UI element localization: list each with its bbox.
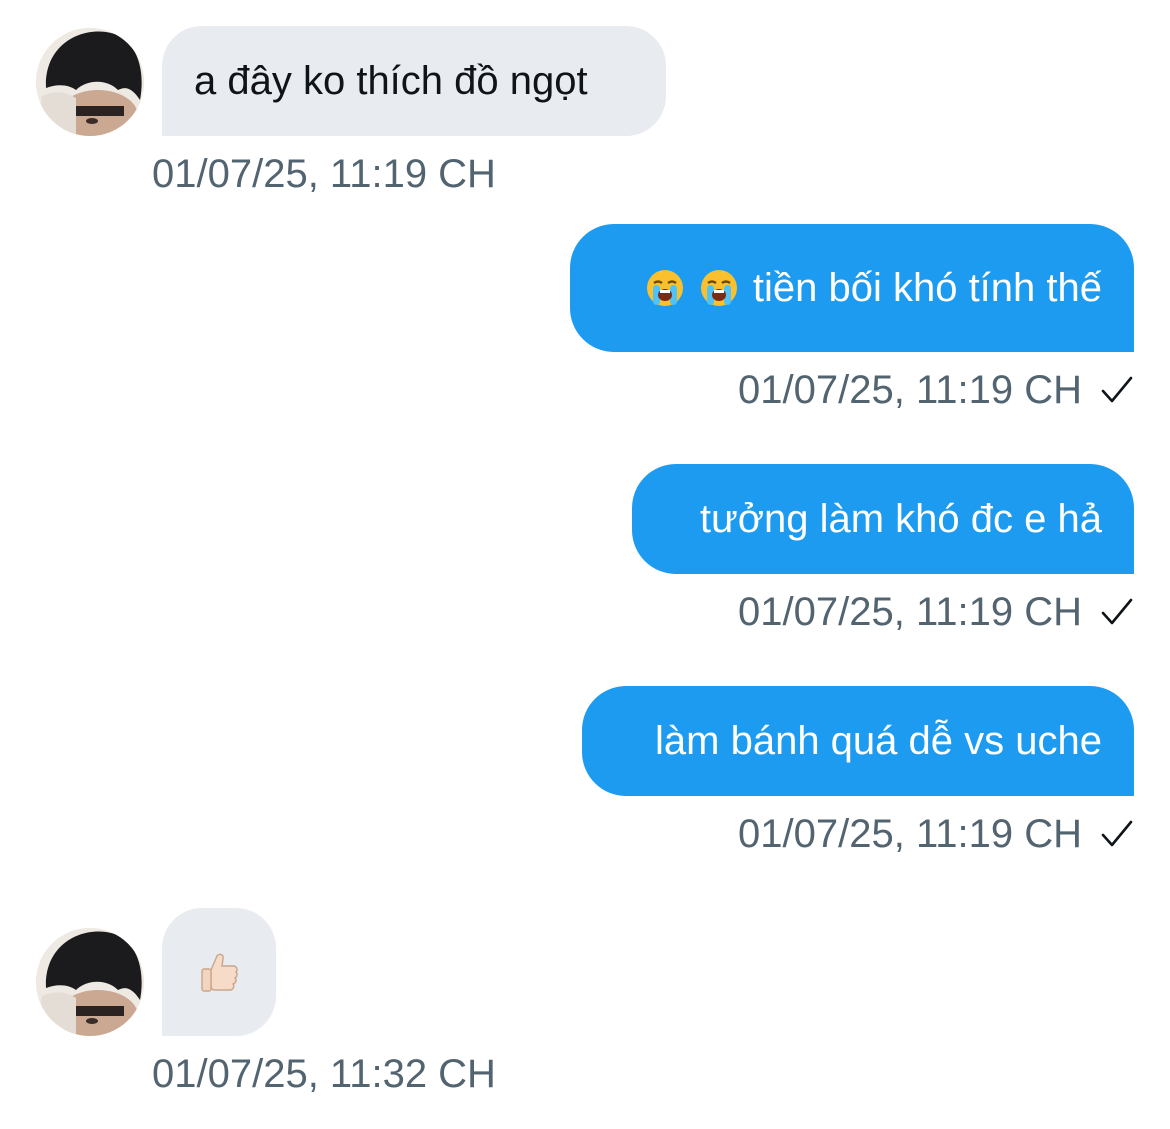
message-timestamp: 01/07/25, 11:19 CH — [738, 588, 1134, 636]
avatar-photo-icon — [36, 28, 144, 136]
message-bubble-incoming[interactable] — [162, 908, 276, 1036]
message-bubble-incoming[interactable]: a đây ko thích đồ ngọt — [162, 26, 666, 136]
avatar-photo-icon — [36, 928, 144, 1036]
message-timestamp: 01/07/25, 11:32 CH — [152, 1050, 496, 1098]
loudly-crying-face-icon — [645, 268, 685, 308]
timestamp-text: 01/07/25, 11:19 CH — [738, 812, 1082, 856]
message-timestamp: 01/07/25, 11:19 CH — [738, 366, 1134, 414]
thumbs-up-icon — [197, 950, 241, 994]
message-text: a đây ko thích đồ ngọt — [194, 59, 588, 103]
message-text: làm bánh quá dễ vs uche — [655, 719, 1102, 763]
message-text: tưởng làm khó đc e hả — [699, 497, 1102, 541]
message-timestamp: 01/07/25, 11:19 CH — [738, 810, 1134, 858]
timestamp-text: 01/07/25, 11:32 CH — [152, 1052, 496, 1096]
timestamp-text: 01/07/25, 11:19 CH — [738, 368, 1082, 412]
message-bubble-outgoing[interactable]: tiền bối khó tính thế — [570, 224, 1134, 352]
sender-avatar[interactable] — [36, 28, 144, 136]
timestamp-text: 01/07/25, 11:19 CH — [152, 152, 496, 196]
sent-check-icon — [1101, 820, 1133, 847]
message-timestamp: 01/07/25, 11:19 CH — [152, 150, 496, 198]
sent-check-icon — [1101, 376, 1133, 403]
sender-avatar[interactable] — [36, 928, 144, 1036]
message-bubble-outgoing[interactable]: tưởng làm khó đc e hả — [632, 464, 1134, 574]
sent-check-icon — [1101, 598, 1133, 625]
timestamp-text: 01/07/25, 11:19 CH — [738, 590, 1082, 634]
message-bubble-outgoing[interactable]: làm bánh quá dễ vs uche — [582, 686, 1134, 796]
message-text: tiền bối khó tính thế — [752, 266, 1102, 310]
loudly-crying-face-icon — [699, 268, 739, 308]
